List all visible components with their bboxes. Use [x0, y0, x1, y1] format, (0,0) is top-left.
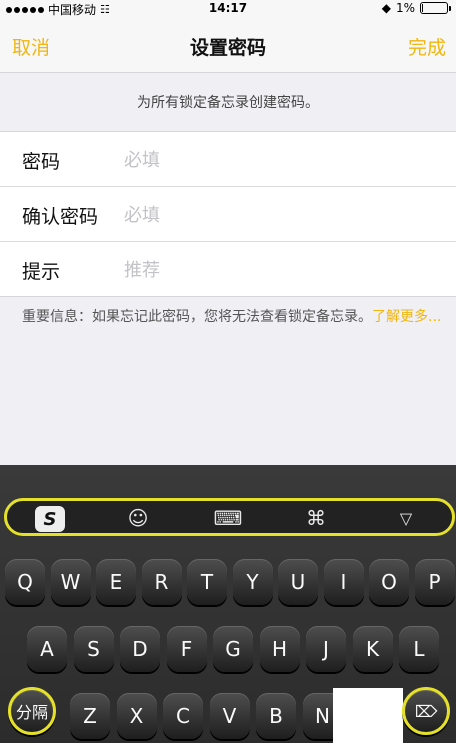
key-u[interactable]: U	[278, 559, 318, 605]
clover-icon[interactable]: ⌘	[303, 506, 329, 530]
learn-more-link[interactable]: 了解更多...	[372, 309, 441, 325]
key-x[interactable]: X	[116, 693, 157, 739]
sogou-keyboard: S ☺ ⌨ ⌘ ▽ QWERTYUIOP ASDFGHJKL ZXCVBN 分隔…	[0, 465, 456, 743]
key-o[interactable]: O	[369, 559, 409, 605]
key-b[interactable]: B	[256, 693, 296, 739]
key-d[interactable]: D	[120, 626, 160, 672]
password-label: 密码	[22, 151, 61, 173]
key-k[interactable]: K	[352, 626, 393, 672]
status-bar: 中国移动 ☷ 14:17 ◆ 1%	[0, 0, 456, 17]
hint-label: 提示	[22, 261, 61, 283]
battery-icon	[420, 2, 451, 14]
hint-row: 提示	[0, 242, 456, 297]
section-header-note: 为所有锁定备忘录创建密码。	[0, 72, 456, 132]
password-field[interactable]	[124, 146, 434, 174]
covered-area	[333, 688, 403, 743]
key-a[interactable]: A	[27, 626, 67, 672]
key-y[interactable]: Y	[232, 559, 273, 605]
key-c[interactable]: C	[163, 693, 203, 739]
key-q[interactable]: Q	[5, 559, 45, 605]
page-title: 设置密码	[189, 37, 266, 59]
battery-percent: 1%	[395, 1, 415, 15]
confirm-password-label: 确认密码	[22, 206, 99, 228]
key-s[interactable]: S	[73, 626, 114, 672]
sogou-logo-icon[interactable]: S	[35, 506, 65, 532]
delete-icon[interactable]: ⌦	[402, 687, 450, 735]
important-info: 重要信息：如果忘记此密码，您将无法查看锁定备忘录。了解更多...	[22, 307, 442, 328]
key-t[interactable]: T	[187, 559, 227, 605]
keyboard-icon[interactable]: ⌨	[214, 506, 243, 530]
key-e[interactable]: E	[96, 559, 136, 605]
done-button[interactable]: 完成	[408, 33, 446, 60]
emoji-icon[interactable]: ☺	[125, 506, 151, 530]
confirm-password-field[interactable]	[124, 201, 434, 229]
key-v[interactable]: V	[209, 693, 250, 739]
key-z[interactable]: Z	[70, 693, 110, 739]
key-j[interactable]: J	[306, 626, 346, 672]
rotation-lock-icon: ◆	[381, 1, 391, 15]
confirm-password-row: 确认密码	[0, 187, 456, 242]
keyboard-toolbar: S ☺ ⌨ ⌘ ▽	[4, 498, 455, 536]
collapse-triangle-icon[interactable]: ▽	[393, 506, 419, 530]
key-f[interactable]: F	[166, 626, 207, 672]
key-i[interactable]: I	[323, 559, 364, 605]
key-r[interactable]: R	[141, 559, 182, 605]
key-l[interactable]: L	[399, 626, 439, 672]
navigation-bar: 取消 设置密码 完成	[0, 16, 456, 72]
key-w[interactable]: W	[50, 559, 91, 605]
separator-key[interactable]: 分隔	[8, 687, 56, 735]
hint-field[interactable]	[124, 256, 434, 284]
password-form: 密码 确认密码 提示	[0, 132, 456, 297]
important-info-text: 重要信息：如果忘记此密码，您将无法查看锁定备忘录。	[22, 309, 372, 325]
password-row: 密码	[0, 132, 456, 187]
key-p[interactable]: P	[414, 559, 455, 605]
key-h[interactable]: H	[259, 626, 300, 672]
key-g[interactable]: G	[213, 626, 253, 672]
